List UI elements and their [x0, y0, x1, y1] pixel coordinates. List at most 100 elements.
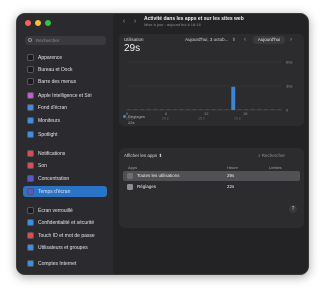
chart-bar — [172, 109, 177, 110]
search-placeholder: Rechercher — [36, 38, 60, 43]
displays-icon — [27, 117, 34, 124]
minimize-button[interactable] — [35, 20, 41, 26]
sidebar-item-appearance[interactable]: Apparence — [23, 52, 107, 63]
column-header-limits[interactable]: Limites — [269, 165, 282, 170]
sidebar-search-input[interactable]: Rechercher — [25, 36, 106, 45]
privacy-icon — [27, 219, 34, 226]
chart-bar — [166, 109, 171, 110]
notifications-icon — [27, 150, 34, 157]
table-row[interactable]: Réglages 22s — [123, 182, 300, 192]
appearance-icon — [27, 54, 34, 61]
row-app-name: Réglages — [137, 184, 157, 189]
spotlight-icon — [27, 131, 34, 138]
system-settings-window: Rechercher Apparence Bureau et Dock Barre … — [16, 13, 309, 275]
sidebar-item-lock-screen[interactable]: Écran verrouillé — [23, 205, 107, 216]
touch-id-icon — [27, 232, 34, 239]
sidebar-item-label: Utilisateurs et groupes — [38, 244, 88, 251]
sidebar-item-label: Moniteurs — [38, 117, 60, 124]
menu-bar-icon — [27, 78, 34, 85]
sidebar: Rechercher Apparence Bureau et Dock Barre … — [17, 14, 113, 274]
sidebar-item-privacy[interactable]: Confidentialité et sécurité — [23, 217, 107, 228]
chart-bar — [244, 109, 249, 110]
chart-bar — [153, 109, 158, 110]
sidebar-item-desktop-dock[interactable]: Bureau et Dock — [23, 64, 107, 75]
usage-label: Utilisation — [124, 37, 144, 42]
chart-bar — [146, 109, 151, 110]
desktop-dock-icon — [27, 66, 34, 73]
column-header-apps[interactable]: Apps — [128, 165, 137, 170]
day-selector[interactable]: Aujourd'hui, 3 octob... — [185, 37, 228, 42]
apps-card: Afficher les apps ⬍ ⌕ Rechercher Apps He… — [119, 148, 304, 228]
usage-value: 29s — [124, 43, 141, 54]
focus-icon — [27, 175, 34, 182]
apps-search-input[interactable]: ⌕ Rechercher — [258, 153, 285, 158]
sidebar-item-label: Temps d'écran — [38, 188, 71, 195]
forward-button[interactable]: › — [131, 18, 139, 26]
sidebar-item-focus[interactable]: Concentration — [23, 173, 107, 184]
sidebar-item-displays[interactable]: Moniteurs — [23, 115, 107, 126]
sidebar-item-label: Comptes Internet — [38, 260, 77, 267]
table-row[interactable]: Toutes les utilisations 29s — [123, 171, 300, 181]
column-header-time[interactable]: Heure — [227, 165, 238, 170]
x-tick-label: 6 — [165, 111, 168, 116]
chart-bar — [276, 109, 281, 110]
chart-bar — [218, 109, 223, 110]
page-subtitle: Mise à jour : aujourd'hui à 16:16 — [144, 22, 201, 27]
sidebar-item-label: Touch ID et mot de passe — [38, 232, 95, 239]
sidebar-item-siri[interactable]: Apple Intelligence et Siri — [23, 90, 107, 101]
zoom-button[interactable] — [45, 20, 51, 26]
x-tick-label: 18 — [243, 111, 248, 116]
show-apps-selector[interactable]: Afficher les apps ⬍ — [124, 153, 162, 159]
sound-icon — [27, 162, 34, 169]
back-button[interactable]: ‹ — [120, 18, 128, 26]
sidebar-item-label: Notifications — [38, 150, 66, 157]
chart-bar — [237, 109, 242, 110]
y-tick-label: 30s — [286, 84, 292, 89]
row-time: 22s — [227, 184, 235, 189]
sidebar-item-label: Écran verrouillé — [38, 207, 73, 214]
sidebar-item-label: Barre des menus — [38, 78, 77, 85]
sidebar-item-touch-id[interactable]: Touch ID et mot de passe — [23, 230, 107, 241]
chart-bar — [140, 109, 145, 110]
previous-day-button[interactable]: ‹ — [241, 36, 249, 44]
help-button[interactable]: ? — [289, 205, 297, 213]
wallpaper-icon — [27, 104, 34, 111]
toolbar: ‹ › Activité dans les apps et sur les si… — [113, 14, 308, 32]
chart-summary-label: 10 s — [234, 117, 241, 121]
chart-bar — [159, 109, 164, 110]
row-time: 29s — [227, 173, 235, 178]
sidebar-item-spotlight[interactable]: Spotlight — [23, 129, 107, 140]
y-tick-label: 60s — [286, 60, 292, 65]
chart-bar — [205, 109, 210, 110]
today-button[interactable]: Aujourd'hui — [253, 36, 285, 44]
users-icon — [27, 244, 34, 251]
sidebar-item-menu-bar[interactable]: Barre des menus — [23, 76, 107, 87]
sidebar-item-label: Confidentialité et sécurité — [38, 219, 95, 226]
sidebar-item-label: Apparence — [38, 54, 63, 61]
sidebar-item-sound[interactable]: Son — [23, 160, 107, 171]
x-tick-label: 12 — [204, 111, 209, 116]
chart-bar — [211, 109, 216, 110]
sidebar-item-users[interactable]: Utilisateurs et groupes — [23, 242, 107, 253]
all-usage-icon — [127, 173, 133, 179]
legend-value: 22s — [128, 120, 135, 125]
search-icon — [28, 38, 32, 42]
chart-summary-label: 20 s — [162, 117, 169, 121]
sidebar-item-wallpaper[interactable]: Fond d'écran — [23, 102, 107, 113]
chart-bar — [257, 109, 262, 110]
sidebar-item-screen-time[interactable]: Temps d'écran — [23, 186, 107, 197]
chart-bar — [133, 109, 138, 110]
y-tick-label: 0 — [286, 108, 289, 113]
main-content: Utilisation 29s Aujourd'hui, 3 octob... … — [113, 32, 308, 274]
screen-time-icon — [27, 188, 34, 195]
next-day-button[interactable]: › — [287, 36, 295, 44]
sidebar-item-internet-accounts[interactable]: Comptes Internet — [23, 258, 107, 269]
chart-bar — [192, 109, 197, 110]
sidebar-item-notifications[interactable]: Notifications — [23, 148, 107, 159]
sidebar-item-label: Fond d'écran — [38, 104, 68, 111]
show-apps-label: Afficher les apps — [124, 153, 158, 158]
chart-bar — [231, 86, 236, 110]
sidebar-item-label: Apple Intelligence et Siri — [38, 92, 92, 99]
close-button[interactable] — [25, 20, 31, 26]
chart-summary-label: 15 s — [198, 117, 205, 121]
